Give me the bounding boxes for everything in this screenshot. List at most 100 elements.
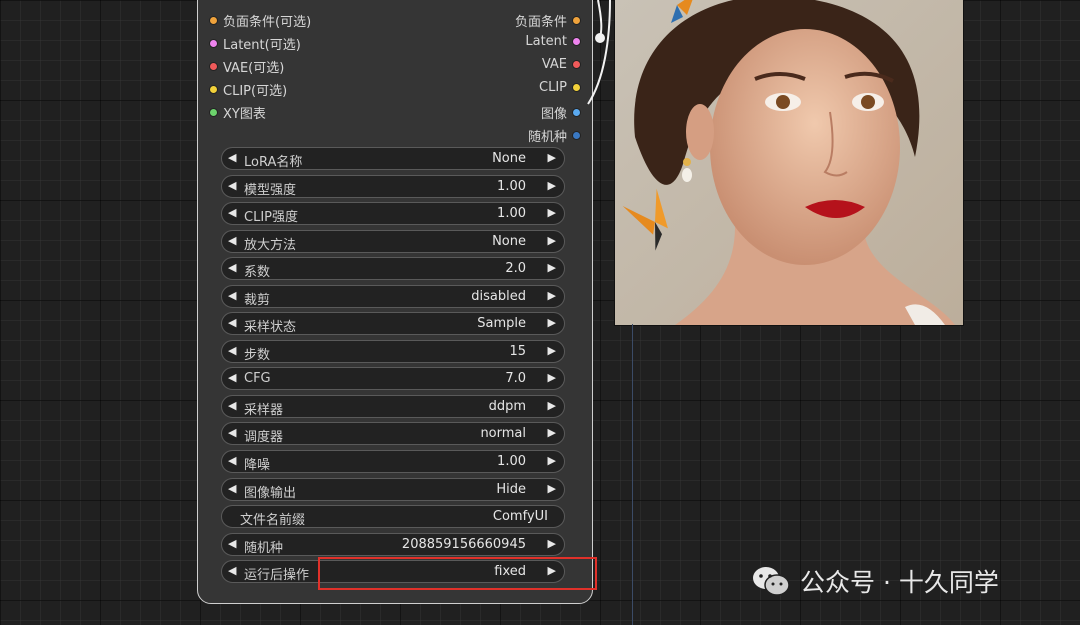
widget-value: None (492, 234, 526, 249)
input-label: XY图表 (223, 107, 266, 122)
right-arrow-icon[interactable]: ▶ (548, 537, 556, 550)
widget-scheduler[interactable]: ◀ 调度器 normal ▶ (221, 422, 565, 445)
right-arrow-icon[interactable]: ▶ (548, 371, 556, 384)
widget-value: Hide (496, 482, 526, 497)
left-arrow-icon[interactable]: ◀ (228, 371, 236, 384)
left-arrow-icon[interactable]: ◀ (228, 289, 236, 302)
right-arrow-icon[interactable]: ▶ (548, 289, 556, 302)
widget-sampler[interactable]: ◀ 采样器 ddpm ▶ (221, 395, 565, 418)
output-slot-seed[interactable] (573, 132, 580, 139)
right-arrow-icon[interactable]: ▶ (548, 399, 556, 412)
input-slot-vae[interactable] (210, 63, 217, 70)
widget-label: LoRA名称 (244, 155, 303, 170)
output-label: CLIP (539, 80, 567, 95)
output-slot-vae[interactable] (573, 61, 580, 68)
widget-value: normal (480, 426, 526, 441)
widget-value: 208859156660945 (401, 537, 526, 552)
right-arrow-icon[interactable]: ▶ (548, 179, 556, 192)
widget-value: 2.0 (505, 261, 526, 276)
widget-label: 调度器 (244, 430, 284, 445)
widget-value: ComfyUI (492, 509, 548, 524)
right-arrow-icon[interactable]: ▶ (548, 316, 556, 329)
io-row-negative: 负面条件(可选) 负面条件 (198, 8, 592, 30)
widget-image-output[interactable]: ◀ 图像输出 Hide ▶ (221, 478, 565, 501)
output-label: 负面条件 (514, 15, 567, 30)
left-arrow-icon[interactable]: ◀ (228, 426, 236, 439)
left-arrow-icon[interactable]: ◀ (228, 482, 236, 495)
widget-value: 1.00 (497, 179, 526, 194)
widget-crop[interactable]: ◀ 裁剪 disabled ▶ (221, 285, 565, 308)
widget-seed[interactable]: ◀ 随机种 208859156660945 ▶ (221, 533, 565, 556)
widget-model-strength[interactable]: ◀ 模型强度 1.00 ▶ (221, 175, 565, 198)
io-row-xy-image: XY图表 图像 (198, 100, 592, 122)
connection-line (632, 324, 633, 625)
input-slot-latent[interactable] (210, 40, 217, 47)
right-arrow-icon[interactable]: ▶ (548, 454, 556, 467)
wire-image (587, 0, 611, 105)
right-arrow-icon[interactable]: ▶ (548, 151, 556, 164)
output-slot-negative[interactable] (573, 17, 580, 24)
right-arrow-icon[interactable]: ▶ (548, 344, 556, 357)
left-arrow-icon[interactable]: ◀ (228, 344, 236, 357)
left-arrow-icon[interactable]: ◀ (228, 151, 236, 164)
input-slot-xy-plot[interactable] (210, 109, 217, 116)
wire-reroute-dot[interactable] (595, 33, 605, 43)
left-arrow-icon[interactable]: ◀ (228, 316, 236, 329)
output-slot-image[interactable] (573, 109, 580, 116)
left-arrow-icon[interactable]: ◀ (228, 179, 236, 192)
widget-label: 图像输出 (244, 486, 297, 501)
right-arrow-icon[interactable]: ▶ (548, 206, 556, 219)
widget-factor[interactable]: ◀ 系数 2.0 ▶ (221, 257, 565, 280)
widget-filename-prefix[interactable]: 文件名前缀 ComfyUI (221, 505, 565, 528)
output-label: VAE (541, 57, 567, 72)
right-arrow-icon[interactable]: ▶ (548, 482, 556, 495)
left-arrow-icon[interactable]: ◀ (228, 564, 236, 577)
widget-value: 1.00 (497, 206, 526, 221)
widget-label: 放大方法 (244, 238, 297, 253)
image-preview[interactable] (614, 0, 964, 326)
left-arrow-icon[interactable]: ◀ (228, 206, 236, 219)
highlight-box (318, 557, 597, 590)
left-arrow-icon[interactable]: ◀ (228, 537, 236, 550)
widget-label: CLIP强度 (244, 210, 298, 225)
widget-label: 步数 (244, 348, 271, 363)
widget-value: 15 (509, 344, 526, 359)
input-slot-negative[interactable] (210, 17, 217, 24)
left-arrow-icon[interactable]: ◀ (228, 454, 236, 467)
left-arrow-icon[interactable]: ◀ (228, 234, 236, 247)
widget-lora-name[interactable]: ◀ LoRA名称 None ▶ (221, 147, 565, 170)
io-row-vae: VAE(可选) VAE (198, 54, 592, 76)
widget-value: disabled (471, 289, 526, 304)
widget-value: Sample (477, 316, 526, 331)
widget-value: 7.0 (505, 371, 526, 386)
widget-cfg[interactable]: ◀ CFG 7.0 ▶ (221, 367, 565, 390)
widget-label: 模型强度 (244, 183, 297, 198)
widget-label: 随机种 (244, 541, 284, 556)
widget-label: 降噪 (244, 458, 271, 473)
widget-label: CFG (244, 371, 271, 386)
right-arrow-icon[interactable]: ▶ (548, 234, 556, 247)
widget-denoise[interactable]: ◀ 降噪 1.00 ▶ (221, 450, 565, 473)
left-arrow-icon[interactable]: ◀ (228, 261, 236, 274)
wechat-icon (753, 567, 790, 596)
widget-clip-strength[interactable]: ◀ CLIP强度 1.00 ▶ (221, 202, 565, 225)
sampler-node[interactable]: 负面条件(可选) 负面条件 Latent(可选) Latent VAE(可选) … (197, 0, 593, 604)
widget-steps[interactable]: ◀ 步数 15 ▶ (221, 340, 565, 363)
widget-sampler-state[interactable]: ◀ 采样状态 Sample ▶ (221, 312, 565, 335)
wire-top (597, 0, 603, 39)
widget-label: 文件名前缀 (240, 513, 306, 528)
right-arrow-icon[interactable]: ▶ (548, 261, 556, 274)
watermark: 公众号 · 十久同学 (752, 563, 999, 599)
output-slot-latent[interactable] (573, 38, 580, 45)
left-arrow-icon[interactable]: ◀ (228, 399, 236, 412)
portrait-image (615, 0, 963, 325)
widget-upscale-method[interactable]: ◀ 放大方法 None ▶ (221, 230, 565, 253)
io-row-clip: CLIP(可选) CLIP (198, 77, 592, 99)
widget-value: 1.00 (497, 454, 526, 469)
io-row-seed: 随机种 (198, 123, 592, 145)
right-arrow-icon[interactable]: ▶ (548, 426, 556, 439)
output-label: Latent (525, 34, 567, 49)
output-label: 随机种 (527, 130, 567, 145)
output-slot-clip[interactable] (573, 84, 580, 91)
input-slot-clip[interactable] (210, 86, 217, 93)
